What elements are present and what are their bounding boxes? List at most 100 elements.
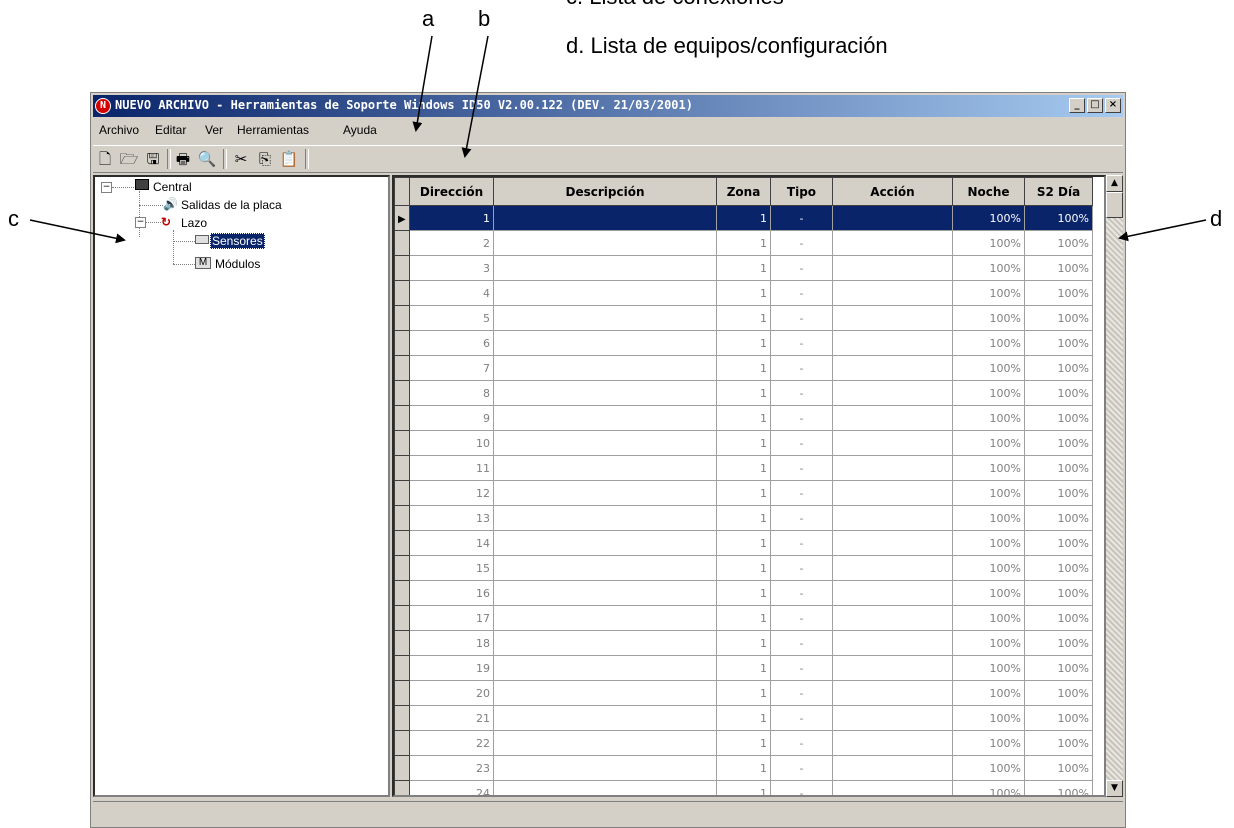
- table-row[interactable]: 15 1- 100% 100%: [394, 555, 1093, 581]
- row-selector[interactable]: [394, 405, 410, 431]
- cell-tipo[interactable]: -: [770, 355, 833, 381]
- cell-accion[interactable]: [832, 230, 953, 256]
- cell-direccion[interactable]: 15: [409, 555, 494, 581]
- cell-descripcion[interactable]: [493, 230, 717, 256]
- cell-tipo[interactable]: -: [770, 380, 833, 406]
- cell-zona[interactable]: 1: [716, 680, 771, 706]
- cell-direccion[interactable]: 14: [409, 530, 494, 556]
- cell-tipo[interactable]: -: [770, 705, 833, 731]
- cell-s2dia[interactable]: 100%: [1024, 330, 1093, 356]
- scroll-down-button[interactable]: ▼: [1106, 780, 1123, 797]
- cell-noche[interactable]: 100%: [952, 730, 1025, 756]
- cell-noche[interactable]: 100%: [952, 555, 1025, 581]
- table-row[interactable]: 7 1- 100% 100%: [394, 355, 1093, 381]
- cell-descripcion[interactable]: [493, 730, 717, 756]
- cell-tipo[interactable]: -: [770, 505, 833, 531]
- cell-zona[interactable]: 1: [716, 230, 771, 256]
- cell-direccion[interactable]: 16: [409, 580, 494, 606]
- row-selector[interactable]: [394, 730, 410, 756]
- row-selector[interactable]: [394, 780, 410, 795]
- cell-noche[interactable]: 100%: [952, 230, 1025, 256]
- cell-direccion[interactable]: 1: [409, 205, 494, 231]
- table-row[interactable]: 17 1- 100% 100%: [394, 605, 1093, 631]
- cell-tipo[interactable]: -: [770, 630, 833, 656]
- cell-tipo[interactable]: -: [770, 255, 833, 281]
- table-row[interactable]: 13 1- 100% 100%: [394, 505, 1093, 531]
- cell-tipo[interactable]: -: [770, 430, 833, 456]
- title-bar[interactable]: N NUEVO ARCHIVO - Herramientas de Soport…: [93, 95, 1123, 117]
- cell-s2dia[interactable]: 100%: [1024, 630, 1093, 656]
- tree-item-modulos[interactable]: Módulos: [215, 257, 260, 271]
- cell-accion[interactable]: [832, 480, 953, 506]
- cell-zona[interactable]: 1: [716, 530, 771, 556]
- cell-accion[interactable]: [832, 705, 953, 731]
- cell-s2dia[interactable]: 100%: [1024, 780, 1093, 795]
- cell-noche[interactable]: 100%: [952, 505, 1025, 531]
- cell-zona[interactable]: 1: [716, 780, 771, 795]
- column-header-accion[interactable]: Acción: [832, 177, 953, 206]
- cell-direccion[interactable]: 17: [409, 605, 494, 631]
- cell-direccion[interactable]: 9: [409, 405, 494, 431]
- cell-accion[interactable]: [832, 255, 953, 281]
- cell-s2dia[interactable]: 100%: [1024, 680, 1093, 706]
- cell-accion[interactable]: [832, 505, 953, 531]
- cell-noche[interactable]: 100%: [952, 405, 1025, 431]
- row-selector[interactable]: [394, 755, 410, 781]
- cell-s2dia[interactable]: 100%: [1024, 455, 1093, 481]
- cell-tipo[interactable]: -: [770, 655, 833, 681]
- cell-s2dia[interactable]: 100%: [1024, 605, 1093, 631]
- cell-noche[interactable]: 100%: [952, 430, 1025, 456]
- cell-descripcion[interactable]: [493, 580, 717, 606]
- cell-accion[interactable]: [832, 780, 953, 795]
- table-row[interactable]: 19 1- 100% 100%: [394, 655, 1093, 681]
- menu-herramientas[interactable]: Herramientas: [237, 123, 309, 137]
- row-selector[interactable]: [394, 655, 410, 681]
- current-row-indicator-icon[interactable]: ▶: [394, 205, 410, 231]
- cell-direccion[interactable]: 22: [409, 730, 494, 756]
- cell-direccion[interactable]: 18: [409, 630, 494, 656]
- cell-direccion[interactable]: 2: [409, 230, 494, 256]
- cell-zona[interactable]: 1: [716, 755, 771, 781]
- cell-direccion[interactable]: 3: [409, 255, 494, 281]
- menu-ayuda[interactable]: Ayuda: [343, 123, 377, 137]
- row-selector[interactable]: [394, 605, 410, 631]
- cell-noche[interactable]: 100%: [952, 580, 1025, 606]
- cell-s2dia[interactable]: 100%: [1024, 755, 1093, 781]
- cell-descripcion[interactable]: [493, 630, 717, 656]
- cell-zona[interactable]: 1: [716, 655, 771, 681]
- cell-descripcion[interactable]: [493, 505, 717, 531]
- cell-zona[interactable]: 1: [716, 555, 771, 581]
- row-selector[interactable]: [394, 480, 410, 506]
- cell-zona[interactable]: 1: [716, 455, 771, 481]
- cell-noche[interactable]: 100%: [952, 755, 1025, 781]
- connections-tree[interactable]: − Central 🔊 Salidas de la placa − ↻ Lazo…: [93, 175, 390, 797]
- cell-noche[interactable]: 100%: [952, 280, 1025, 306]
- cell-tipo[interactable]: -: [770, 780, 833, 795]
- cut-icon[interactable]: ✂: [231, 149, 251, 169]
- cell-tipo[interactable]: -: [770, 305, 833, 331]
- table-row[interactable]: 20 1- 100% 100%: [394, 680, 1093, 706]
- cell-tipo[interactable]: -: [770, 530, 833, 556]
- cell-descripcion[interactable]: [493, 380, 717, 406]
- table-row[interactable]: 16 1- 100% 100%: [394, 580, 1093, 606]
- cell-s2dia[interactable]: 100%: [1024, 405, 1093, 431]
- cell-zona[interactable]: 1: [716, 280, 771, 306]
- table-row[interactable]: 3 1- 100% 100%: [394, 255, 1093, 281]
- cell-tipo[interactable]: -: [770, 555, 833, 581]
- cell-s2dia[interactable]: 100%: [1024, 355, 1093, 381]
- cell-zona[interactable]: 1: [716, 255, 771, 281]
- print-preview-icon[interactable]: 🔍: [197, 149, 217, 169]
- table-row[interactable]: 5 1- 100% 100%: [394, 305, 1093, 331]
- cell-accion[interactable]: [832, 630, 953, 656]
- paste-icon[interactable]: 📋: [279, 149, 299, 169]
- row-selector[interactable]: [394, 455, 410, 481]
- cell-direccion[interactable]: 12: [409, 480, 494, 506]
- cell-zona[interactable]: 1: [716, 430, 771, 456]
- row-selector[interactable]: [394, 555, 410, 581]
- row-selector[interactable]: [394, 630, 410, 656]
- menu-ver[interactable]: Ver: [205, 123, 223, 137]
- cell-descripcion[interactable]: [493, 430, 717, 456]
- cell-descripcion[interactable]: [493, 555, 717, 581]
- cell-noche[interactable]: 100%: [952, 355, 1025, 381]
- cell-descripcion[interactable]: [493, 780, 717, 795]
